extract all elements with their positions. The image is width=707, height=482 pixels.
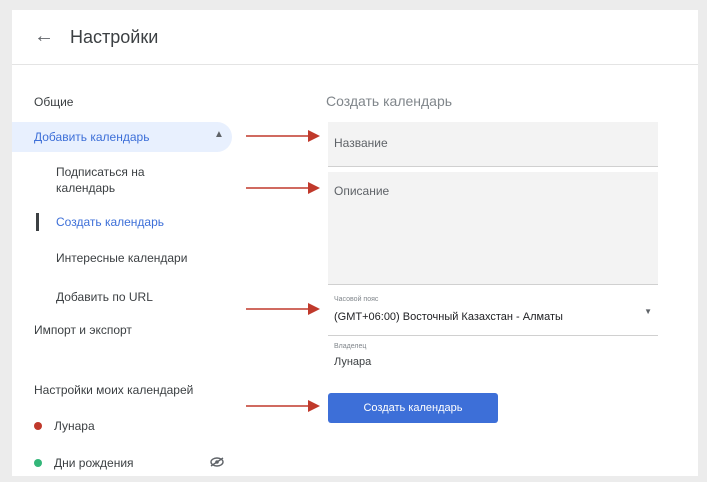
owner-value: Лунара: [334, 356, 372, 368]
sidebar-subitem-subscribe-line2[interactable]: календарь: [56, 181, 115, 195]
header: ← Настройки: [12, 10, 698, 65]
owner-label: Владелец: [334, 343, 367, 350]
calendar-item-lunara[interactable]: Лунара: [54, 419, 95, 433]
eye-off-icon[interactable]: [210, 457, 224, 467]
sidebar-subitem-create[interactable]: Создать календарь: [56, 215, 164, 229]
sidebar-item-add-calendar-label: Добавить календарь: [34, 130, 150, 144]
arrow-annotation-icon: [246, 182, 320, 194]
dropdown-icon: ▼: [644, 307, 652, 316]
timezone-label: Часовой пояс: [334, 296, 379, 303]
page-title: Настройки: [70, 27, 159, 47]
calendar-color-dot: [34, 422, 42, 430]
timezone-value: (GMT+06:00) Восточный Казахстан - Алматы: [334, 311, 563, 323]
active-indicator: [36, 213, 39, 231]
my-calendars-heading: Настройки моих календарей: [34, 383, 194, 397]
arrow-annotation-icon: [246, 303, 320, 315]
arrow-annotation-icon: [246, 400, 320, 412]
description-field[interactable]: Описание: [328, 172, 658, 285]
arrow-annotation-icon: [246, 130, 320, 142]
create-calendar-button[interactable]: Создать календарь: [328, 393, 498, 423]
arrow-left-icon[interactable]: ←: [34, 25, 54, 48]
sidebar-subitem-browse[interactable]: Интересные календари: [56, 251, 187, 265]
form-heading: Создать календарь: [326, 93, 453, 109]
calendar-item-birthdays[interactable]: Дни рождения: [54, 456, 134, 470]
sidebar-subitem-subscribe-line1[interactable]: Подписаться на: [56, 165, 145, 179]
chevron-up-icon[interactable]: ▲: [214, 129, 224, 140]
sidebar-item-general[interactable]: Общие: [34, 95, 73, 109]
sidebar-subitem-from-url[interactable]: Добавить по URL: [56, 290, 153, 304]
sidebar-item-import-export[interactable]: Импорт и экспорт: [34, 323, 132, 337]
description-field-label: Описание: [334, 184, 390, 198]
timezone-select[interactable]: Часовой пояс (GMT+06:00) Восточный Казах…: [328, 293, 658, 336]
name-field[interactable]: Название: [328, 122, 658, 167]
name-field-label: Название: [334, 136, 388, 150]
calendar-color-dot: [34, 459, 42, 467]
settings-page: ← Настройки Общие Добавить календарь ▲ П…: [12, 10, 698, 476]
